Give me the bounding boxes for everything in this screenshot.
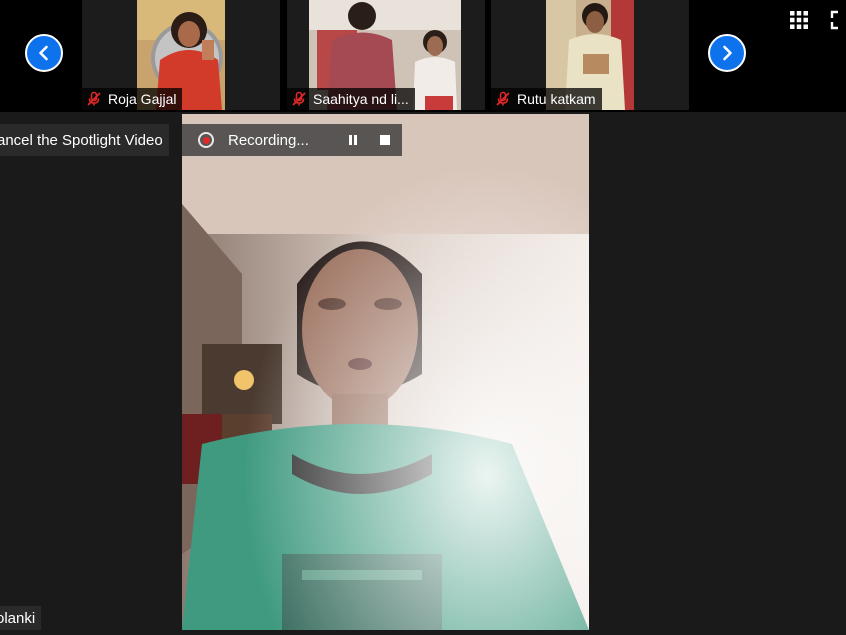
- recording-status: Recording...: [182, 124, 337, 156]
- participant-strip: Roja Gajjal Saahitya nd li... Rutu katka…: [0, 0, 846, 112]
- cancel-spotlight-button[interactable]: ancel the Spotlight Video: [0, 124, 169, 156]
- participant-name-tag: Rutu katkam: [491, 88, 602, 110]
- chevron-left-icon: [39, 45, 48, 61]
- muted-mic-icon: [292, 91, 306, 106]
- fullscreen-icon[interactable]: [830, 10, 846, 30]
- previous-page-button[interactable]: [25, 34, 63, 72]
- stop-icon: [380, 135, 390, 145]
- next-page-button[interactable]: [708, 34, 746, 72]
- recording-indicator: Recording...: [182, 124, 402, 156]
- spotlight-video: [182, 114, 589, 630]
- pause-icon: [349, 135, 357, 145]
- participant-tile[interactable]: Saahitya nd li...: [287, 0, 485, 110]
- participant-name-tag: Saahitya nd li...: [287, 88, 415, 110]
- recording-status-text: Recording...: [228, 131, 309, 149]
- muted-mic-icon: [87, 91, 101, 106]
- active-speaker-name: olanki: [0, 609, 36, 627]
- pause-recording-button[interactable]: [337, 124, 369, 156]
- gallery-grid-icon[interactable]: [789, 10, 809, 30]
- active-speaker-name-tag: olanki: [0, 606, 42, 630]
- meeting-window: Roja Gajjal Saahitya nd li... Rutu katka…: [0, 0, 846, 635]
- participant-tile[interactable]: Rutu katkam: [491, 0, 689, 110]
- stop-recording-button[interactable]: [369, 124, 401, 156]
- participant-name: Rutu katkam: [517, 91, 596, 107]
- chevron-right-icon: [723, 45, 732, 61]
- participant-tile[interactable]: Roja Gajjal: [82, 0, 280, 110]
- speaker-video-frame: [182, 114, 589, 630]
- participant-name: Saahitya nd li...: [313, 91, 409, 107]
- cancel-spotlight-label: ancel the Spotlight Video: [0, 131, 163, 149]
- record-dot-icon: [198, 132, 214, 148]
- muted-mic-icon: [496, 91, 510, 106]
- participant-name: Roja Gajjal: [108, 91, 177, 107]
- participant-name-tag: Roja Gajjal: [82, 88, 183, 110]
